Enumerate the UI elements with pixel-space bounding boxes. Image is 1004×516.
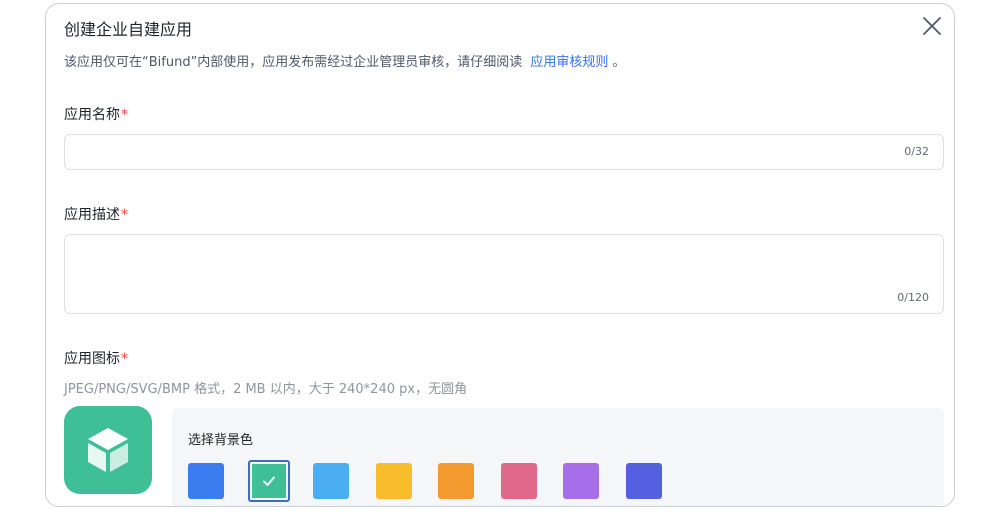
required-mark: *	[121, 107, 128, 123]
color-swatch[interactable]	[500, 463, 537, 499]
close-icon[interactable]	[920, 14, 944, 38]
app-name-input[interactable]	[65, 135, 885, 166]
app-desc-label: 应用描述*	[64, 204, 128, 224]
app-name-label: 应用名称*	[64, 104, 128, 124]
color-swatch[interactable]	[375, 463, 412, 499]
review-rules-link[interactable]: 应用审核规则	[530, 55, 608, 70]
create-app-dialog: 创建企业自建应用 该应用仅可在“Bifund”内部使用，应用发布需经过企业管理员…	[45, 3, 955, 507]
dialog-subtitle: 该应用仅可在“Bifund”内部使用，应用发布需经过企业管理员审核，请仔细阅读应…	[64, 51, 625, 70]
color-swatch[interactable]	[188, 463, 224, 499]
cube-icon	[88, 428, 128, 472]
app-icon-hint: JPEG/PNG/SVG/BMP 格式，2 MB 以内，大于 240*240 p…	[64, 382, 468, 397]
app-icon-label-text: 应用图标	[64, 351, 120, 367]
subtitle-suffix: 。	[612, 55, 626, 70]
color-swatch[interactable]	[563, 463, 599, 499]
color-swatch-selected[interactable]	[247, 460, 290, 502]
required-mark: *	[121, 207, 128, 223]
app-name-input-box: 0/32	[64, 134, 944, 170]
color-swatch[interactable]	[625, 463, 662, 499]
dialog-title: 创建企业自建应用	[64, 20, 193, 39]
background-color-title: 选择背景色	[188, 433, 254, 448]
color-swatch[interactable]	[438, 463, 474, 499]
app-name-label-text: 应用名称	[64, 107, 120, 123]
app-icon-preview[interactable]	[64, 406, 152, 494]
app-desc-label-text: 应用描述	[64, 207, 120, 223]
app-icon-label: 应用图标*	[64, 348, 128, 368]
app-desc-textarea[interactable]	[65, 235, 885, 296]
app-name-counter: 0/32	[904, 145, 929, 158]
required-mark: *	[121, 351, 128, 367]
subtitle-text: 该应用仅可在“Bifund”内部使用，应用发布需经过企业管理员审核，请仔细阅读	[64, 55, 523, 70]
check-icon	[262, 476, 275, 486]
app-desc-counter: 0/120	[897, 291, 929, 304]
color-swatch[interactable]	[313, 463, 349, 499]
app-desc-input-box: 0/120	[64, 234, 944, 314]
background-color-panel: 选择背景色	[172, 408, 944, 506]
